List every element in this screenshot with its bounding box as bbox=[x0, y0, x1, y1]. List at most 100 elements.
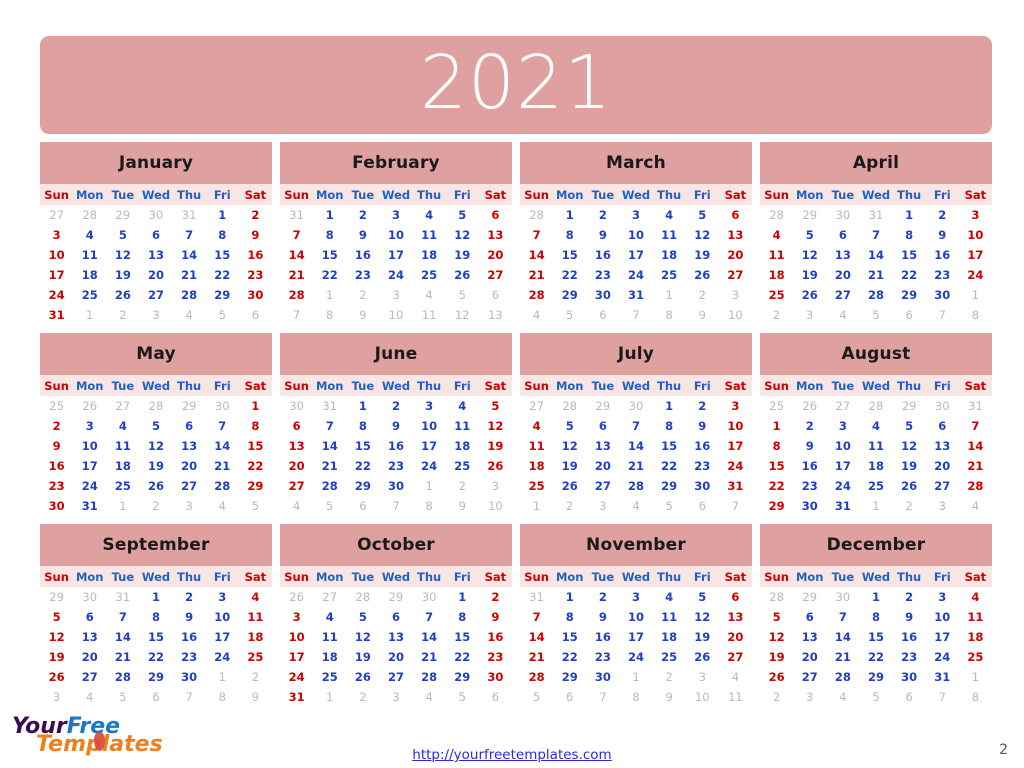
day-cell[interactable]: 11 bbox=[520, 436, 553, 456]
day-cell[interactable]: 20 bbox=[926, 456, 959, 476]
day-cell[interactable]: 7 bbox=[619, 416, 652, 436]
day-cell[interactable]: 18 bbox=[859, 456, 892, 476]
day-cell[interactable]: 3 bbox=[379, 205, 412, 225]
day-cell[interactable]: 12 bbox=[760, 627, 793, 647]
day-cell[interactable]: 25 bbox=[413, 265, 446, 285]
day-cell[interactable]: 10 bbox=[206, 607, 239, 627]
day-cell-adjacent-month[interactable]: 1 bbox=[413, 476, 446, 496]
day-cell[interactable]: 5 bbox=[686, 205, 719, 225]
day-cell[interactable]: 18 bbox=[446, 436, 479, 456]
day-cell[interactable]: 15 bbox=[859, 627, 892, 647]
day-cell-adjacent-month[interactable]: 3 bbox=[793, 305, 826, 325]
day-cell-adjacent-month[interactable]: 30 bbox=[73, 587, 106, 607]
day-cell[interactable]: 5 bbox=[106, 225, 139, 245]
day-cell[interactable]: 7 bbox=[520, 225, 553, 245]
day-cell[interactable]: 14 bbox=[313, 436, 346, 456]
day-cell[interactable]: 10 bbox=[413, 416, 446, 436]
day-cell[interactable]: 1 bbox=[239, 396, 272, 416]
day-cell[interactable]: 23 bbox=[239, 265, 272, 285]
day-cell[interactable]: 21 bbox=[520, 647, 553, 667]
day-cell[interactable]: 13 bbox=[793, 627, 826, 647]
day-cell[interactable]: 20 bbox=[479, 245, 512, 265]
day-cell[interactable]: 4 bbox=[959, 587, 992, 607]
day-cell[interactable]: 24 bbox=[826, 476, 859, 496]
day-cell[interactable]: 15 bbox=[760, 456, 793, 476]
day-cell[interactable]: 21 bbox=[520, 265, 553, 285]
day-cell[interactable]: 20 bbox=[719, 627, 752, 647]
day-cell[interactable]: 5 bbox=[893, 416, 926, 436]
day-cell[interactable]: 23 bbox=[346, 265, 379, 285]
day-cell[interactable]: 21 bbox=[313, 456, 346, 476]
day-cell[interactable]: 15 bbox=[653, 436, 686, 456]
day-cell-adjacent-month[interactable]: 28 bbox=[73, 205, 106, 225]
day-cell[interactable]: 5 bbox=[793, 225, 826, 245]
day-cell[interactable]: 18 bbox=[106, 456, 139, 476]
day-cell-adjacent-month[interactable]: 6 bbox=[586, 305, 619, 325]
day-cell-adjacent-month[interactable]: 4 bbox=[826, 305, 859, 325]
day-cell-adjacent-month[interactable]: 8 bbox=[619, 687, 652, 707]
day-cell-adjacent-month[interactable]: 28 bbox=[139, 396, 172, 416]
day-cell-adjacent-month[interactable]: 8 bbox=[313, 305, 346, 325]
day-cell[interactable]: 31 bbox=[40, 305, 73, 325]
day-cell-adjacent-month[interactable]: 30 bbox=[280, 396, 313, 416]
day-cell[interactable]: 13 bbox=[586, 436, 619, 456]
day-cell[interactable]: 2 bbox=[586, 205, 619, 225]
day-cell[interactable]: 20 bbox=[139, 265, 172, 285]
day-cell[interactable]: 29 bbox=[859, 667, 892, 687]
day-cell[interactable]: 9 bbox=[793, 436, 826, 456]
day-cell[interactable]: 26 bbox=[686, 647, 719, 667]
day-cell[interactable]: 18 bbox=[653, 627, 686, 647]
day-cell-adjacent-month[interactable]: 3 bbox=[479, 476, 512, 496]
day-cell[interactable]: 3 bbox=[826, 416, 859, 436]
day-cell-adjacent-month[interactable]: 30 bbox=[926, 396, 959, 416]
day-cell[interactable]: 26 bbox=[893, 476, 926, 496]
day-cell[interactable]: 6 bbox=[793, 607, 826, 627]
day-cell[interactable]: 14 bbox=[280, 245, 313, 265]
day-cell[interactable]: 29 bbox=[346, 476, 379, 496]
day-cell[interactable]: 18 bbox=[959, 627, 992, 647]
day-cell[interactable]: 7 bbox=[826, 607, 859, 627]
day-cell[interactable]: 28 bbox=[520, 667, 553, 687]
day-cell-adjacent-month[interactable]: 1 bbox=[959, 667, 992, 687]
day-cell-adjacent-month[interactable]: 27 bbox=[826, 396, 859, 416]
day-cell[interactable]: 27 bbox=[826, 285, 859, 305]
day-cell[interactable]: 2 bbox=[479, 587, 512, 607]
day-cell[interactable]: 29 bbox=[553, 667, 586, 687]
day-cell-adjacent-month[interactable]: 5 bbox=[859, 305, 892, 325]
day-cell-adjacent-month[interactable]: 4 bbox=[619, 496, 652, 516]
day-cell-adjacent-month[interactable]: 28 bbox=[346, 587, 379, 607]
day-cell-adjacent-month[interactable]: 5 bbox=[206, 305, 239, 325]
day-cell[interactable]: 16 bbox=[479, 627, 512, 647]
day-cell[interactable]: 5 bbox=[553, 416, 586, 436]
day-cell[interactable]: 4 bbox=[653, 205, 686, 225]
day-cell[interactable]: 29 bbox=[446, 667, 479, 687]
day-cell[interactable]: 15 bbox=[446, 627, 479, 647]
day-cell[interactable]: 17 bbox=[826, 456, 859, 476]
day-cell-adjacent-month[interactable]: 3 bbox=[173, 496, 206, 516]
day-cell-adjacent-month[interactable]: 1 bbox=[959, 285, 992, 305]
day-cell-adjacent-month[interactable]: 2 bbox=[686, 285, 719, 305]
day-cell[interactable]: 22 bbox=[553, 265, 586, 285]
day-cell[interactable]: 19 bbox=[553, 456, 586, 476]
day-cell[interactable]: 17 bbox=[619, 627, 652, 647]
day-cell[interactable]: 16 bbox=[586, 627, 619, 647]
day-cell-adjacent-month[interactable]: 9 bbox=[346, 305, 379, 325]
day-cell[interactable]: 20 bbox=[719, 245, 752, 265]
day-cell[interactable]: 9 bbox=[40, 436, 73, 456]
day-cell[interactable]: 27 bbox=[139, 285, 172, 305]
day-cell[interactable]: 27 bbox=[719, 265, 752, 285]
day-cell-adjacent-month[interactable]: 1 bbox=[859, 496, 892, 516]
day-cell-adjacent-month[interactable]: 7 bbox=[926, 687, 959, 707]
day-cell-adjacent-month[interactable]: 1 bbox=[653, 285, 686, 305]
day-cell[interactable]: 11 bbox=[653, 225, 686, 245]
day-cell-adjacent-month[interactable]: 6 bbox=[479, 687, 512, 707]
day-cell[interactable]: 24 bbox=[619, 265, 652, 285]
day-cell[interactable]: 22 bbox=[893, 265, 926, 285]
day-cell-adjacent-month[interactable]: 29 bbox=[793, 205, 826, 225]
day-cell[interactable]: 1 bbox=[313, 205, 346, 225]
day-cell-adjacent-month[interactable]: 9 bbox=[239, 687, 272, 707]
day-cell-adjacent-month[interactable]: 10 bbox=[719, 305, 752, 325]
day-cell[interactable]: 22 bbox=[206, 265, 239, 285]
day-cell[interactable]: 11 bbox=[106, 436, 139, 456]
day-cell[interactable]: 3 bbox=[719, 396, 752, 416]
